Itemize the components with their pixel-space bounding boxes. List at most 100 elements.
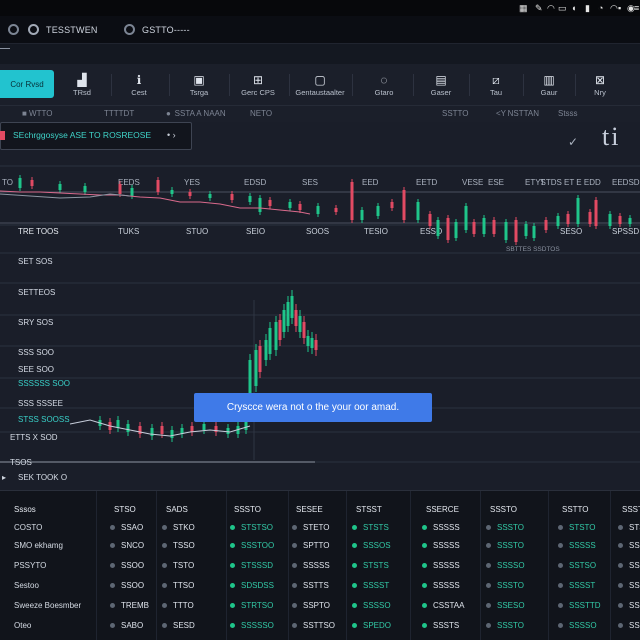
cell-text: SSSTO: [497, 523, 524, 532]
status-dot-icon: [162, 543, 167, 549]
notification-banner[interactable]: Cryscce wera not o the your oor amad.: [194, 393, 432, 422]
table-cell: SSSSS: [422, 523, 460, 533]
candle-body: [306, 336, 310, 346]
info-item: ■ WTTO: [22, 109, 53, 118]
status-dot-icon: [422, 525, 427, 531]
primary-action-button[interactable]: Cor Rvsd: [0, 70, 54, 98]
cell-text: STSTS: [363, 523, 389, 532]
cell-text: SSSSO: [497, 561, 525, 570]
info-item: NETO: [250, 109, 273, 118]
cell-text: SSTTS: [303, 581, 329, 590]
project-icon[interactable]: [124, 24, 135, 35]
table-cell: SSSTO: [486, 523, 524, 533]
table-row-label[interactable]: PSSYTO: [14, 561, 46, 571]
column-divider: [96, 491, 97, 640]
cell-text: PSSYTO: [14, 561, 47, 570]
top-axis-label: SES: [302, 178, 318, 187]
mid-axis-label: STUO: [186, 227, 208, 236]
table-cell: SSSSO: [352, 601, 391, 611]
volume-icon[interactable]: ◖: [571, 2, 576, 14]
column-header[interactable]: SSSTO: [490, 505, 517, 515]
pen-icon[interactable]: ✎: [535, 2, 543, 14]
info-row: ■ WTTO TTTTDT ● SSTA A NAAN NETO SSTTO <…: [0, 106, 640, 122]
toolbar-button-cest[interactable]: ℹ Cest: [117, 64, 161, 106]
table-row-label[interactable]: Sweeze Boesmber: [14, 601, 81, 611]
price-axis-label: SEK TOOK O: [18, 473, 67, 482]
menu-icon[interactable]: ≡: [634, 2, 639, 14]
column-header[interactable]: SSSTO: [622, 505, 640, 515]
status-dot-icon: [162, 603, 167, 609]
column-header[interactable]: SSERCE: [426, 505, 459, 515]
toolbar-button-gaur[interactable]: ▥ Gaur: [529, 64, 569, 106]
grid-icon[interactable]: ▦: [519, 2, 528, 14]
toolbar-button-trsd[interactable]: ▟ TRsd: [62, 64, 102, 106]
toolbar-button-nry[interactable]: ⊠ Nry: [582, 64, 618, 106]
info-item: TTTTDT: [104, 109, 135, 118]
cell-text: SSSSO: [363, 601, 391, 610]
status-dot-icon: [352, 525, 357, 531]
table-row-label[interactable]: COSTO: [14, 523, 42, 533]
table-cell: SSSSS: [422, 561, 460, 571]
price-axis-label: TSOS: [10, 458, 32, 467]
toolbar-button-tsrga[interactable]: ▣ Tsrga: [176, 64, 222, 106]
wifi-icon[interactable]: ◠: [547, 2, 555, 14]
status-dot-icon: [230, 603, 235, 609]
mid-axis-note: SBTTES SSDTOS: [506, 246, 560, 253]
column-header[interactable]: Sssos: [14, 505, 36, 515]
collapse-icon[interactable]: [0, 48, 10, 49]
symbol-search-bar[interactable]: SEchrggosyse ASE TO ROSREOSE • ›: [0, 122, 192, 150]
candle-body: [504, 222, 508, 240]
cell-text: SSSSSS: [629, 601, 640, 610]
column-divider: [156, 491, 157, 640]
mid-axis-label: TESIO: [364, 227, 388, 236]
cell-text: SSSTTD: [569, 601, 601, 610]
info-item: <Y NSTTAN: [496, 109, 540, 118]
project-name[interactable]: GSTTO-----: [142, 25, 190, 35]
cursor-icon[interactable]: ✓: [568, 135, 578, 149]
column-header[interactable]: SADS: [166, 505, 188, 515]
price-axis-marker: ▸: [2, 473, 6, 482]
table-row-label[interactable]: Oteo: [14, 621, 31, 631]
table-cell: SSSSSS: [618, 541, 640, 551]
table-cell: SSSTO: [486, 541, 524, 551]
toolbar-button-gaser[interactable]: ▤ Gaser: [419, 64, 463, 106]
toolbar-divider: [352, 74, 353, 96]
toolbar-divider: [169, 74, 170, 96]
toolbar-button-label: Gaur: [540, 87, 558, 97]
cell-text: Oteo: [14, 621, 32, 630]
cell-text: SSSSSS: [629, 621, 640, 630]
cell-text: TSTO: [173, 561, 195, 570]
table-row-label[interactable]: SMO ekhamg: [14, 541, 63, 551]
column-header[interactable]: SSSTO: [234, 505, 261, 515]
toolbar-button-gtaro[interactable]: ◌ Gtaro: [364, 64, 404, 106]
window-icon: ▢: [314, 72, 326, 87]
toolbar-button-gerc-cps[interactable]: ⊞ Gerc CPS: [233, 64, 283, 106]
column-header[interactable]: STSST: [356, 505, 382, 515]
cell-text: SSSSS: [433, 541, 460, 550]
table-row-label[interactable]: Sestoo: [14, 581, 39, 591]
candle-body: [402, 190, 406, 220]
column-header[interactable]: STSO: [114, 505, 136, 515]
screen-icon[interactable]: ▭: [558, 2, 567, 14]
candle-body: [268, 328, 272, 354]
save-icon: ▥: [543, 72, 555, 87]
cell-text: SSSSSS: [629, 541, 640, 550]
toolbar-button-tau[interactable]: ⧄ Tau: [476, 64, 516, 106]
chart-canvas[interactable]: TO EEDS YES EDSD SES EED EETD VESE ESE ETYSTDST ET…: [0, 150, 640, 490]
price-axis-label: ETTS X SOD: [10, 433, 58, 442]
workspace-icon[interactable]: [28, 24, 39, 35]
bell-icon[interactable]: ◔: [598, 2, 603, 14]
cell-text: SSAO: [121, 523, 144, 532]
wifi-icon[interactable]: ◠: [610, 2, 618, 14]
battery-icon[interactable]: ▮: [585, 2, 590, 14]
chart-logo: ti: [602, 122, 621, 151]
lock-icon[interactable]: ▪: [618, 2, 621, 14]
candle-body: [248, 360, 252, 394]
cell-text: SSSSS: [569, 541, 596, 550]
toolbar-button-gentaustaalter[interactable]: ▢ Gentaustaalter: [287, 64, 353, 106]
column-header[interactable]: SESEE: [296, 505, 323, 515]
column-header[interactable]: SSTTO: [562, 505, 589, 515]
draw-icon: ⧄: [492, 72, 500, 87]
ellipsis-icon[interactable]: • ›: [167, 130, 176, 140]
price-chart[interactable]: TO EEDS YES EDSD SES EED EETD VESE ESE ETYSTDS T ET…: [0, 150, 640, 490]
